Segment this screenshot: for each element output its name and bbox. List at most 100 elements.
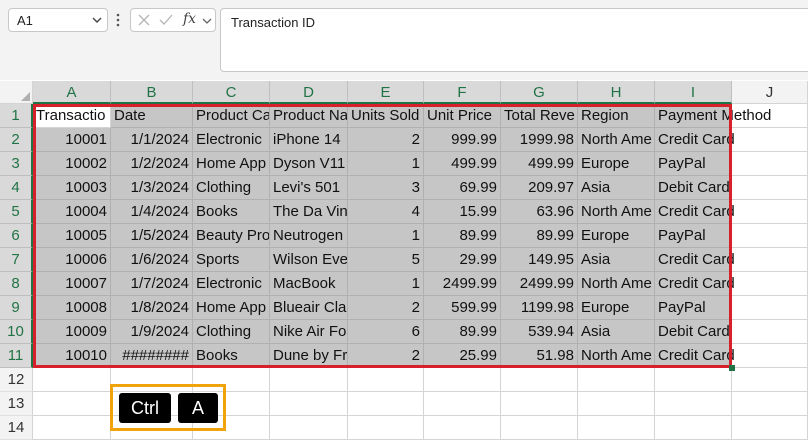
column-header-a[interactable]: A (33, 81, 111, 104)
check-icon[interactable] (159, 13, 173, 27)
table-cell[interactable]: PayPal (655, 224, 732, 248)
table-cell[interactable]: 499.99 (424, 152, 501, 176)
table-cell[interactable]: 5 (348, 248, 424, 272)
empty-cell[interactable] (578, 416, 655, 440)
table-cell[interactable]: Levi's 501 (270, 176, 348, 200)
table-cell[interactable]: 539.94 (501, 320, 578, 344)
empty-cell[interactable] (732, 104, 808, 128)
table-cell[interactable]: 10010 (33, 344, 111, 368)
empty-cell[interactable] (578, 392, 655, 416)
column-header-f[interactable]: F (424, 81, 501, 104)
row-header-10[interactable]: 10 (0, 320, 33, 344)
table-cell[interactable]: Clothing (193, 176, 270, 200)
table-cell[interactable]: 2499.99 (424, 272, 501, 296)
table-cell[interactable]: Electronic (193, 272, 270, 296)
row-header-12[interactable]: 12 (0, 368, 33, 392)
empty-cell[interactable] (348, 392, 424, 416)
table-cell[interactable]: Home App (193, 152, 270, 176)
column-header-e[interactable]: E (348, 81, 424, 104)
empty-cell[interactable] (732, 152, 808, 176)
row-header-3[interactable]: 3 (0, 152, 33, 176)
empty-cell[interactable] (732, 176, 808, 200)
header-cell-e[interactable]: Units Sold (348, 104, 424, 128)
empty-cell[interactable] (732, 368, 808, 392)
empty-cell[interactable] (501, 368, 578, 392)
column-header-g[interactable]: G (501, 81, 578, 104)
table-cell[interactable]: Clothing (193, 320, 270, 344)
chevron-down-icon[interactable] (91, 14, 103, 26)
table-cell[interactable]: 499.99 (501, 152, 578, 176)
table-cell[interactable]: 1/9/2024 (111, 320, 193, 344)
column-header-b[interactable]: B (111, 81, 193, 104)
empty-cell[interactable] (655, 416, 732, 440)
empty-cell[interactable] (33, 416, 111, 440)
empty-cell[interactable] (33, 392, 111, 416)
table-cell[interactable]: 149.95 (501, 248, 578, 272)
table-cell[interactable]: 2 (348, 128, 424, 152)
header-cell-d[interactable]: Product Na (270, 104, 348, 128)
empty-cell[interactable] (655, 392, 732, 416)
table-cell[interactable]: PayPal (655, 296, 732, 320)
table-cell[interactable]: 999.99 (424, 128, 501, 152)
table-cell[interactable]: 1/8/2024 (111, 296, 193, 320)
table-cell[interactable]: Asia (578, 320, 655, 344)
empty-cell[interactable] (270, 368, 348, 392)
empty-cell[interactable] (732, 272, 808, 296)
row-header-9[interactable]: 9 (0, 296, 33, 320)
table-cell[interactable]: Europe (578, 152, 655, 176)
more-options-icon[interactable] (114, 10, 122, 30)
header-cell-c[interactable]: Product Ca (193, 104, 270, 128)
table-cell[interactable]: 1199.98 (501, 296, 578, 320)
empty-cell[interactable] (501, 416, 578, 440)
table-cell[interactable]: Credit Card (655, 272, 735, 296)
table-cell[interactable]: Asia (578, 176, 655, 200)
select-all-corner[interactable] (0, 81, 33, 104)
table-cell[interactable]: 1/1/2024 (111, 128, 193, 152)
table-cell[interactable]: 599.99 (424, 296, 501, 320)
table-cell[interactable]: Debit Card (655, 320, 732, 344)
table-cell[interactable]: 10002 (33, 152, 111, 176)
header-cell-h[interactable]: Region (578, 104, 655, 128)
table-cell[interactable]: North Ame (578, 128, 655, 152)
table-cell[interactable]: 1999.98 (501, 128, 578, 152)
table-cell[interactable]: 1/5/2024 (111, 224, 193, 248)
table-cell[interactable]: Credit Card (655, 200, 735, 224)
table-cell[interactable]: Sports (193, 248, 270, 272)
table-cell[interactable]: Credit Card (655, 128, 735, 152)
table-cell[interactable]: 6 (348, 320, 424, 344)
table-cell[interactable]: 10005 (33, 224, 111, 248)
table-cell[interactable]: 10001 (33, 128, 111, 152)
row-header-6[interactable]: 6 (0, 224, 33, 248)
cancel-icon[interactable] (137, 13, 151, 27)
table-cell[interactable]: 4 (348, 200, 424, 224)
table-cell[interactable]: Wilson Eve (270, 248, 348, 272)
empty-cell[interactable] (732, 344, 808, 368)
row-header-2[interactable]: 2 (0, 128, 33, 152)
table-cell[interactable]: Neutrogen (270, 224, 348, 248)
empty-cell[interactable] (424, 392, 501, 416)
table-cell[interactable]: 2499.99 (501, 272, 578, 296)
empty-cell[interactable] (732, 224, 808, 248)
empty-cell[interactable] (732, 200, 808, 224)
insert-function-button[interactable]: fx (183, 11, 196, 27)
table-cell[interactable]: 2 (348, 344, 424, 368)
empty-cell[interactable] (732, 128, 808, 152)
table-cell[interactable]: 69.99 (424, 176, 501, 200)
table-cell[interactable]: The Da Vin (270, 200, 348, 224)
row-header-7[interactable]: 7 (0, 248, 33, 272)
header-cell-a[interactable]: Transactio (33, 104, 111, 128)
table-cell[interactable]: Dyson V11 (270, 152, 348, 176)
table-cell[interactable]: iPhone 14 (270, 128, 348, 152)
table-cell[interactable]: 1/4/2024 (111, 200, 193, 224)
empty-cell[interactable] (732, 296, 808, 320)
row-header-1[interactable]: 1 (0, 104, 33, 128)
table-cell[interactable]: Electronic (193, 128, 270, 152)
empty-cell[interactable] (732, 416, 808, 440)
formula-input[interactable]: Transaction ID (220, 8, 808, 72)
empty-cell[interactable] (732, 248, 808, 272)
empty-cell[interactable] (270, 416, 348, 440)
row-header-13[interactable]: 13 (0, 392, 33, 416)
table-cell[interactable]: 209.97 (501, 176, 578, 200)
table-cell[interactable]: Asia (578, 248, 655, 272)
table-cell[interactable]: 1/2/2024 (111, 152, 193, 176)
